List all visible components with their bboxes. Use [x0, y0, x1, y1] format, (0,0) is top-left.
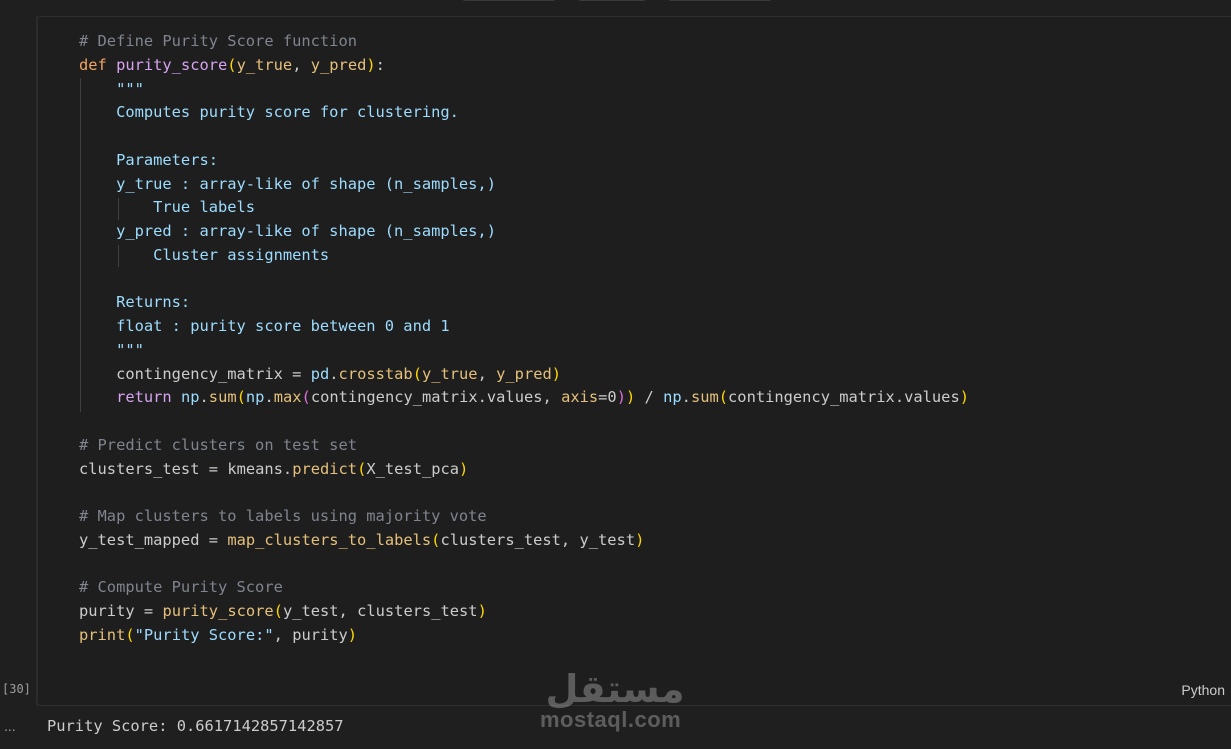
- cell-focus-bar: [36, 16, 38, 706]
- output-menu-icon[interactable]: ...: [4, 718, 16, 734]
- code-line: return np.sum(np.max(contingency_matrix.…: [116, 388, 969, 407]
- code-line: # Predict clusters on test set: [79, 435, 357, 454]
- mostaql-watermark: mostaql.com: [540, 707, 682, 732]
- code-line: # Define Purity Score function: [79, 32, 357, 50]
- code-line: ​: [79, 481, 969, 505]
- toolbar-button[interactable]: [578, 0, 646, 1]
- code-line: def purity_score(y_true, y_pred):: [79, 55, 385, 74]
- cell-output: Purity Score: 0.6617142857142857: [47, 717, 344, 735]
- code-line: purity = purity_score(y_test, clusters_t…: [79, 602, 487, 620]
- code-line: Cluster assignments: [79, 245, 330, 264]
- code-line: float : purity score between 0 and 1: [79, 317, 450, 335]
- code-line: # Map clusters to labels using majority …: [79, 507, 487, 525]
- code-line: ​: [79, 410, 969, 434]
- toolbar-button[interactable]: [668, 0, 772, 1]
- code-line: y_test_mapped = map_clusters_to_labels(c…: [79, 530, 645, 549]
- code-editor[interactable]: # Define Purity Score function def purity…: [79, 30, 969, 648]
- execution-count: [30]: [2, 682, 31, 696]
- code-line: Computes purity score for clustering.: [79, 103, 459, 122]
- code-line: y_true : array-like of shape (n_samples,…: [79, 174, 496, 193]
- toolbar-button[interactable]: [462, 0, 556, 1]
- toolbar-remnant: [0, 0, 1231, 4]
- code-line: """: [79, 340, 144, 359]
- code-line: clusters_test = kmeans.predict(X_test_pc…: [79, 459, 469, 478]
- code-line: """: [79, 79, 144, 98]
- code-line: True labels: [79, 198, 256, 217]
- code-line: Returns:: [79, 293, 191, 312]
- code-line: y_pred : array-like of shape (n_samples,…: [79, 222, 496, 240]
- code-line: # Compute Purity Score: [79, 578, 283, 597]
- code-line: print("Purity Score:", purity): [79, 625, 358, 644]
- svg-text:مستقل: مستقل: [546, 667, 685, 711]
- language-selector[interactable]: Python: [1181, 682, 1225, 698]
- code-line: contingency_matrix = pd.crosstab(y_true,…: [116, 364, 562, 383]
- code-line: ​: [79, 553, 969, 577]
- code-line: Parameters:: [79, 150, 218, 169]
